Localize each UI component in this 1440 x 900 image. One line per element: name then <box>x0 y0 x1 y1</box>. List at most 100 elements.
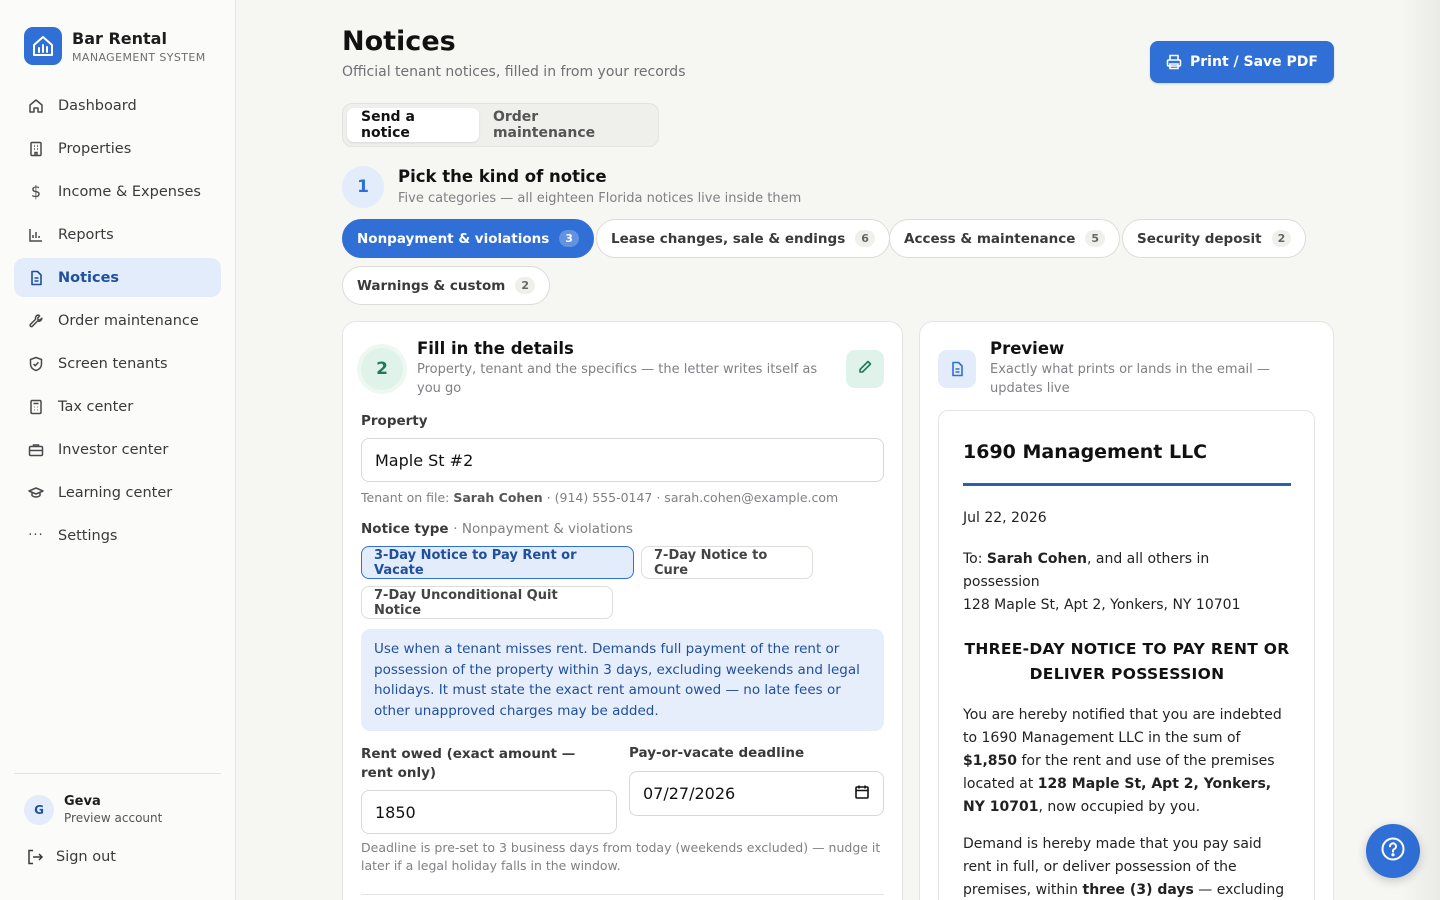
more-dots-icon: ··· <box>28 528 44 543</box>
step-1-title: Pick the kind of notice <box>398 167 607 186</box>
sidebar-item-label: Screen tenants <box>58 355 168 372</box>
category-count: 6 <box>855 230 875 247</box>
brand[interactable]: Bar Rental MANAGEMENT SYSTEM <box>24 27 206 65</box>
letter-amount: $1,850 <box>963 753 1018 769</box>
preview-subtitle: Exactly what prints or lands in the emai… <box>990 362 1270 396</box>
account-subtitle: Preview account <box>64 811 163 825</box>
sidebar-item-label: Dashboard <box>58 97 137 114</box>
category-label: Access & maintenance <box>904 230 1076 247</box>
notice-type-category: · Nonpayment & violations <box>453 521 633 537</box>
sign-out-label: Sign out <box>56 849 116 865</box>
category-count: 5 <box>1085 230 1106 247</box>
sign-out-icon <box>26 848 44 866</box>
notice-type-label-text: Notice type <box>361 521 449 537</box>
rent-owed-input[interactable] <box>361 790 617 834</box>
notice-tabs: Send a notice Order maintenance <box>342 103 659 147</box>
letter-paragraph-2: Demand is hereby made that you pay said … <box>963 833 1293 900</box>
help-button[interactable] <box>1366 824 1420 878</box>
brand-subtitle: MANAGEMENT SYSTEM <box>72 50 206 64</box>
sidebar-item-tax-center[interactable]: Tax center <box>14 387 221 426</box>
pencil-icon <box>857 359 873 379</box>
sidebar-item-label: Learning center <box>58 484 173 501</box>
category-security-deposit[interactable]: Security deposit 2 <box>1122 219 1307 258</box>
step-2-title: Fill in the details <box>417 339 574 358</box>
sidebar-item-income-expenses[interactable]: $ Income & Expenses <box>14 172 221 211</box>
print-save-pdf-button[interactable]: Print / Save PDF <box>1150 41 1334 83</box>
step-2-badge: 2 <box>361 348 403 390</box>
account-menu[interactable]: G Geva Preview account <box>24 794 162 825</box>
sidebar-item-label: Settings <box>58 527 118 544</box>
sidebar-item-learning-center[interactable]: Learning center <box>14 473 221 512</box>
wrench-icon <box>28 313 44 329</box>
tenant-contact: · (914) 555-0147 · sarah.cohen@example.c… <box>546 490 839 505</box>
document-icon <box>28 270 44 286</box>
sidebar-item-reports[interactable]: Reports <box>14 215 221 254</box>
category-label: Security deposit <box>1137 230 1262 247</box>
tab-send-a-notice[interactable]: Send a notice <box>347 108 479 142</box>
deadline-value: 07/27/2026 <box>643 784 736 803</box>
tenant-prefix: Tenant on file: <box>361 490 450 505</box>
help-question-icon <box>1380 836 1406 866</box>
category-label: Nonpayment & violations <box>357 230 550 247</box>
deadline-hint: Deadline is pre-set to 3 business days f… <box>361 840 881 873</box>
letter-rule <box>963 483 1291 486</box>
category-lease-changes[interactable]: Lease changes, sale & endings 6 <box>596 219 890 258</box>
letter-p2-b: — excluding <box>1193 882 1285 898</box>
category-warnings-custom[interactable]: Warnings & custom 2 <box>342 266 550 305</box>
page-subtitle: Official tenant notices, filled in from … <box>342 64 686 80</box>
category-access-maintenance[interactable]: Access & maintenance 5 <box>889 219 1121 258</box>
notice-type-7-day-quit[interactable]: 7-Day Unconditional Quit Notice <box>361 586 613 619</box>
sidebar-item-properties[interactable]: Properties <box>14 129 221 168</box>
letter-address: 128 Maple St, Apt 2, Yonkers, NY 10701 <box>963 597 1241 613</box>
property-label: Property <box>361 413 428 429</box>
calendar-icon[interactable] <box>854 784 870 804</box>
preview-document-icon <box>938 350 976 388</box>
sidebar-divider <box>14 773 221 774</box>
notice-letter-preview: 1690 Management LLC Jul 22, 2026 To: Sar… <box>938 410 1315 900</box>
sidebar-item-label: Notices <box>58 269 120 286</box>
rent-owed-label: Rent owed (exact amount — rent only) <box>361 746 576 781</box>
tenant-name: Sarah Cohen <box>453 490 543 505</box>
notice-type-7-day-cure[interactable]: 7-Day Notice to Cure <box>641 546 813 579</box>
page-title: Notices <box>342 26 456 57</box>
sidebar-item-notices[interactable]: Notices <box>14 258 221 297</box>
letter-to-prefix: To: <box>963 551 983 567</box>
print-save-pdf-label: Print / Save PDF <box>1190 54 1318 70</box>
letter-company: 1690 Management LLC <box>963 441 1208 463</box>
letter-recipient: To: Sarah Cohen, and all others in posse… <box>963 548 1283 617</box>
category-count: 2 <box>1271 230 1292 247</box>
sign-out-button[interactable]: Sign out <box>26 848 116 866</box>
notice-type-3-day-pay-rent[interactable]: 3-Day Notice to Pay Rent or Vacate <box>361 546 634 579</box>
sidebar-item-label: Reports <box>58 226 114 243</box>
edge-shade <box>1400 0 1440 900</box>
tenant-on-file: Tenant on file: Sarah Cohen · (914) 555-… <box>361 489 884 507</box>
home-icon <box>28 98 44 114</box>
sidebar-item-settings[interactable]: ··· Settings <box>14 516 221 555</box>
category-label: Warnings & custom <box>357 277 506 294</box>
dollar-icon: $ <box>30 182 42 201</box>
avatar: G <box>24 794 54 825</box>
category-label: Lease changes, sale & endings <box>611 230 846 247</box>
step-2-subtitle: Property, tenant and the specifics — the… <box>417 362 818 396</box>
printer-icon <box>1166 54 1182 70</box>
sidebar-item-label: Order maintenance <box>58 312 199 329</box>
sidebar-item-order-maintenance[interactable]: Order maintenance <box>14 301 221 340</box>
property-input[interactable] <box>361 438 884 482</box>
account-name: Geva <box>64 794 101 809</box>
edit-button[interactable] <box>846 350 884 388</box>
sidebar-item-label: Properties <box>58 140 132 157</box>
letter-notice-title: THREE-DAY NOTICE TO PAY RENT OR DELIVER … <box>964 640 1290 683</box>
sidebar-item-label: Investor center <box>58 441 169 458</box>
sidebar-item-screen-tenants[interactable]: Screen tenants <box>14 344 221 383</box>
sidebar-item-dashboard[interactable]: Dashboard <box>14 86 221 125</box>
shield-check-icon <box>28 356 44 372</box>
tab-order-maintenance[interactable]: Order maintenance <box>479 108 654 142</box>
letter-p1-a: You are hereby notified that you are ind… <box>963 707 1282 746</box>
calculator-icon <box>28 399 44 415</box>
sidebar-item-investor-center[interactable]: Investor center <box>14 430 221 469</box>
deadline-date-input[interactable]: 07/27/2026 <box>629 771 884 816</box>
category-nonpayment-violations[interactable]: Nonpayment & violations 3 <box>342 219 594 258</box>
briefcase-icon <box>28 442 44 458</box>
step-1-badge: 1 <box>342 166 384 208</box>
brand-name: Bar Rental <box>72 28 167 48</box>
